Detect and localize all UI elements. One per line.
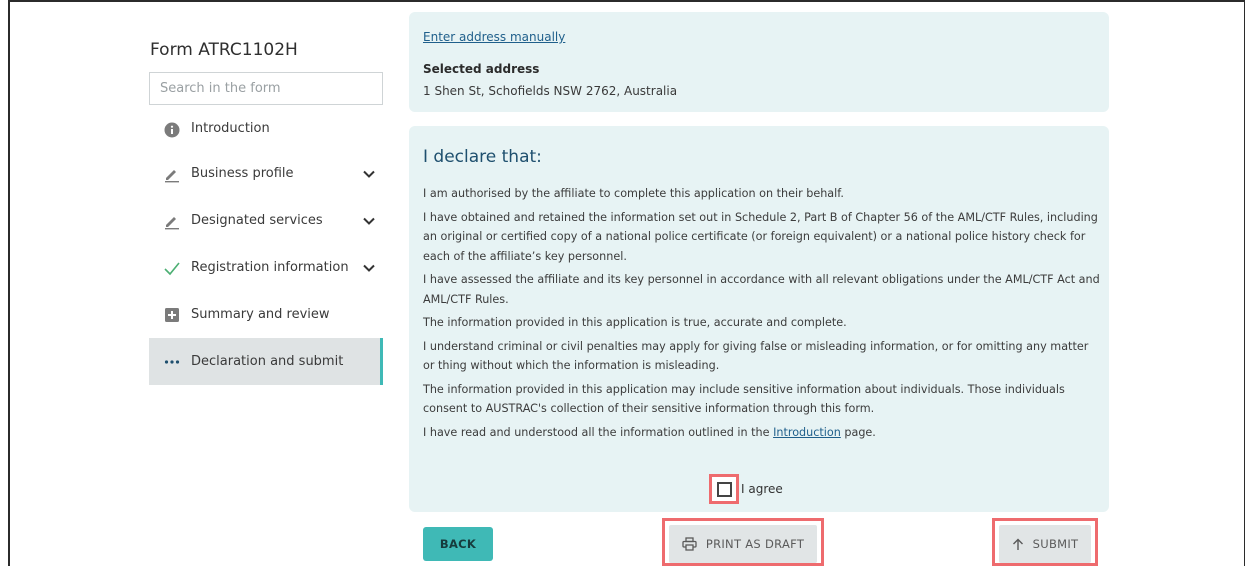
printer-icon xyxy=(682,537,697,551)
form-title: Form ATRC1102H xyxy=(150,40,298,60)
declaration-statement-last: I have read and understood all the infor… xyxy=(423,423,1103,443)
sidebar-item-label: Business profile xyxy=(191,166,294,181)
declaration-card: I declare that: I am authorised by the a… xyxy=(409,126,1109,512)
selected-address-value: 1 Shen St, Schofields NSW 2762, Australi… xyxy=(423,84,678,98)
arrow-up-icon xyxy=(1012,538,1024,551)
agree-label: I agree xyxy=(741,482,783,496)
declaration-statement: The information provided in this applica… xyxy=(423,382,1065,416)
agree-checkbox-highlight xyxy=(709,474,739,504)
print-as-draft-button[interactable]: PRINT AS DRAFT xyxy=(669,525,817,563)
submit-button[interactable]: SUBMIT xyxy=(999,525,1091,563)
sidebar-item-introduction[interactable]: Introduction xyxy=(149,116,384,150)
sidebar-item-designated-services[interactable]: Designated services xyxy=(149,197,384,244)
statement-suffix: page. xyxy=(840,425,876,439)
form-sidebar: Form ATRC1102H Introduction Business pro… xyxy=(149,40,384,385)
back-button[interactable]: BACK xyxy=(423,527,493,561)
sidebar-item-label: Introduction xyxy=(191,121,270,136)
sidebar-item-declaration-and-submit[interactable]: Declaration and submit xyxy=(149,338,383,385)
pencil-icon xyxy=(163,165,181,183)
print-as-draft-label: PRINT AS DRAFT xyxy=(705,537,805,551)
back-button-label: BACK xyxy=(439,537,477,551)
sidebar-item-label: Designated services xyxy=(191,213,323,228)
check-icon xyxy=(163,259,181,277)
chevron-down-icon[interactable] xyxy=(362,214,376,228)
pencil-icon xyxy=(163,212,181,230)
chevron-down-icon[interactable] xyxy=(362,167,376,181)
sidebar-item-summary-and-review[interactable]: Summary and review xyxy=(149,291,384,338)
sidebar-item-label: Registration information xyxy=(191,260,349,275)
agree-checkbox[interactable] xyxy=(716,481,732,497)
selected-address-label: Selected address xyxy=(423,62,540,76)
declaration-statement: I have assessed the affiliate and its ke… xyxy=(423,273,1100,306)
sidebar-item-label: Summary and review xyxy=(191,307,330,322)
section-nav: Introduction Business profile Designated… xyxy=(149,116,384,385)
sidebar-item-business-profile[interactable]: Business profile xyxy=(149,150,384,197)
sidebar-item-label: Declaration and submit xyxy=(191,354,344,369)
declaration-statement: I understand criminal or civil penalties… xyxy=(423,339,1089,373)
declaration-statements: I am authorised by the affiliate to comp… xyxy=(423,184,1103,446)
search-input[interactable] xyxy=(149,72,383,105)
declaration-statement: The information provided in this applica… xyxy=(423,316,847,329)
agree-control: I agree xyxy=(709,474,783,504)
enter-address-manually-link[interactable]: Enter address manually xyxy=(423,30,565,44)
ellipsis-icon xyxy=(163,353,181,371)
info-icon xyxy=(163,121,181,139)
submit-label: SUBMIT xyxy=(1032,537,1079,551)
introduction-link[interactable]: Introduction xyxy=(773,426,841,439)
statement-prefix: I have read and understood all the infor… xyxy=(423,425,774,439)
summary-icon xyxy=(163,306,181,324)
declaration-statement: I have obtained and retained the informa… xyxy=(423,210,1098,263)
sidebar-item-registration-information[interactable]: Registration information xyxy=(149,244,384,291)
chevron-down-icon[interactable] xyxy=(362,261,376,275)
declaration-statement: I am authorised by the affiliate to comp… xyxy=(423,187,844,200)
declaration-title: I declare that: xyxy=(423,147,542,167)
address-card: Enter address manually Selected address … xyxy=(409,12,1109,112)
